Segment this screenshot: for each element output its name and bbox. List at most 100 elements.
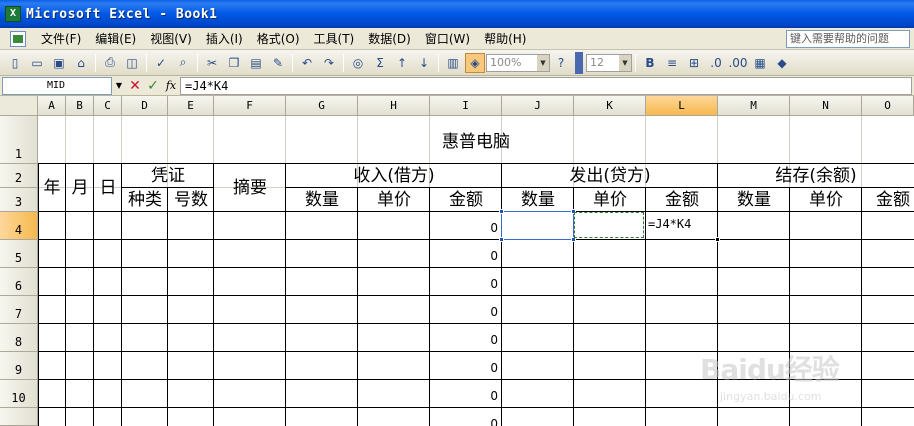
- active-cell-editor[interactable]: =J4*K4: [645, 211, 718, 240]
- paste-icon[interactable]: ▤: [246, 53, 266, 73]
- column-header-f[interactable]: F: [214, 96, 286, 116]
- format-painter-icon[interactable]: ✎: [268, 53, 288, 73]
- zoom-select[interactable]: 100% ▼: [486, 53, 550, 72]
- row-header-4[interactable]: 4: [0, 212, 38, 240]
- range-handle[interactable]: [499, 237, 504, 242]
- menu-data[interactable]: 数据(D): [361, 29, 418, 49]
- income-amount-cell: 0: [490, 417, 498, 426]
- subheader-price-7: 单价: [809, 190, 843, 210]
- subheader-qty-0: 数量: [305, 190, 339, 210]
- header-balance: 结存(余额): [775, 166, 857, 186]
- menu-window[interactable]: 窗口(W): [418, 29, 477, 49]
- fill-color-icon[interactable]: ◆: [772, 53, 792, 73]
- bold-icon[interactable]: B: [640, 53, 660, 73]
- autosum-icon[interactable]: Σ: [370, 53, 390, 73]
- hyperlink-icon[interactable]: ◎: [348, 53, 368, 73]
- income-amount-cell: 0: [490, 361, 498, 375]
- font-size-select[interactable]: 12 ▼: [586, 53, 632, 72]
- income-amount-cell: 0: [490, 249, 498, 263]
- enter-icon[interactable]: ✓: [144, 78, 162, 94]
- print-icon[interactable]: ⎙: [100, 53, 120, 73]
- undo-icon[interactable]: ↶: [297, 53, 317, 73]
- drawing-icon[interactable]: ◈: [465, 52, 485, 73]
- column-header-e[interactable]: E: [168, 96, 214, 116]
- income-amount-cell: 0: [490, 389, 498, 403]
- chart-wizard-icon[interactable]: ▥: [443, 53, 463, 73]
- menu-view[interactable]: 视图(V): [143, 29, 199, 49]
- borders-icon[interactable]: ▦: [750, 53, 770, 73]
- toolbar-options-handle[interactable]: [575, 51, 583, 74]
- header-voucher: 凭证: [151, 166, 185, 186]
- column-header-h[interactable]: H: [358, 96, 430, 116]
- cut-icon[interactable]: ✂: [202, 53, 222, 73]
- spelling-icon[interactable]: ✓: [151, 53, 171, 73]
- redo-icon[interactable]: ↷: [319, 53, 339, 73]
- subheader-amount-2: 金额: [449, 190, 483, 210]
- menu-edit[interactable]: 编辑(E): [88, 29, 143, 49]
- fill-handle[interactable]: [715, 237, 720, 242]
- column-header-i[interactable]: I: [430, 96, 502, 116]
- row-header-partial[interactable]: [0, 408, 38, 426]
- decrease-decimal-icon[interactable]: .00: [728, 53, 748, 73]
- menu-help[interactable]: 帮助(H): [477, 29, 533, 49]
- column-header-l[interactable]: L: [646, 96, 718, 116]
- name-box[interactable]: MID: [2, 76, 112, 95]
- merge-center-icon[interactable]: ⊞: [684, 53, 704, 73]
- research-icon[interactable]: ⌕: [173, 53, 193, 73]
- open-icon[interactable]: ▭: [27, 53, 47, 73]
- increase-decimal-icon[interactable]: .0: [706, 53, 726, 73]
- column-header-k[interactable]: K: [574, 96, 646, 116]
- menu-file[interactable]: 文件(F): [34, 29, 88, 49]
- cancel-icon[interactable]: ✕: [126, 78, 144, 94]
- reference-range-j4: [501, 211, 574, 240]
- workbook-icon[interactable]: [10, 30, 26, 47]
- row-header-1[interactable]: 1: [0, 116, 38, 164]
- row-header-3[interactable]: 3: [0, 188, 38, 212]
- formula-input[interactable]: =J4*K4: [180, 76, 912, 95]
- column-header-d[interactable]: D: [122, 96, 168, 116]
- excel-app-icon[interactable]: X: [5, 6, 21, 22]
- column-header-c[interactable]: C: [94, 96, 122, 116]
- column-header-a[interactable]: A: [38, 96, 66, 116]
- column-header-o[interactable]: O: [862, 96, 914, 116]
- column-header-j[interactable]: J: [502, 96, 574, 116]
- copy-icon[interactable]: ❐: [224, 53, 244, 73]
- row-header-10[interactable]: 10: [0, 380, 38, 408]
- name-box-dropdown-icon[interactable]: ▼: [112, 77, 126, 95]
- help-icon[interactable]: ?: [551, 53, 571, 73]
- help-search-input[interactable]: 键入需要帮助的问题: [786, 30, 910, 48]
- row-header-8[interactable]: 8: [0, 324, 38, 352]
- sort-descending-icon[interactable]: ↓: [414, 53, 434, 73]
- column-header-m[interactable]: M: [718, 96, 790, 116]
- column-header-n[interactable]: N: [790, 96, 862, 116]
- title-bar: X Microsoft Excel - Book1: [0, 0, 914, 28]
- subheader-qty-3: 数量: [521, 190, 555, 210]
- save-icon[interactable]: ▣: [49, 53, 69, 73]
- column-header-b[interactable]: B: [66, 96, 94, 116]
- sort-ascending-icon[interactable]: ↑: [392, 53, 412, 73]
- new-icon[interactable]: ▯: [5, 53, 25, 73]
- sheet-title: 惠普电脑: [442, 132, 510, 152]
- row-header-6[interactable]: 6: [0, 268, 38, 296]
- row-header-5[interactable]: 5: [0, 240, 38, 268]
- income-amount-cell: 0: [490, 221, 498, 235]
- menu-format[interactable]: 格式(O): [250, 29, 307, 49]
- subheader-amount-8: 金额: [876, 190, 910, 210]
- align-icon[interactable]: ≡: [662, 53, 682, 73]
- header-year: 年: [43, 178, 61, 198]
- print-preview-icon[interactable]: ◫: [122, 53, 142, 73]
- row-header-2[interactable]: 2: [0, 164, 38, 188]
- window-title: Microsoft Excel - Book1: [26, 6, 218, 22]
- select-all-corner[interactable]: [0, 96, 38, 116]
- column-header-g[interactable]: G: [286, 96, 358, 116]
- menu-insert[interactable]: 插入(I): [199, 29, 250, 49]
- zoom-value: 100%: [490, 55, 522, 69]
- range-handle[interactable]: [499, 209, 504, 214]
- menu-tools[interactable]: 工具(T): [307, 29, 362, 49]
- row-header-7[interactable]: 7: [0, 296, 38, 324]
- formula-bar: MID ▼ ✕ ✓ fx =J4*K4: [0, 76, 914, 96]
- row-header-9[interactable]: 9: [0, 352, 38, 380]
- insert-function-icon[interactable]: fx: [162, 79, 180, 92]
- header-day: 日: [99, 178, 117, 198]
- permission-icon[interactable]: ⌂: [71, 53, 91, 73]
